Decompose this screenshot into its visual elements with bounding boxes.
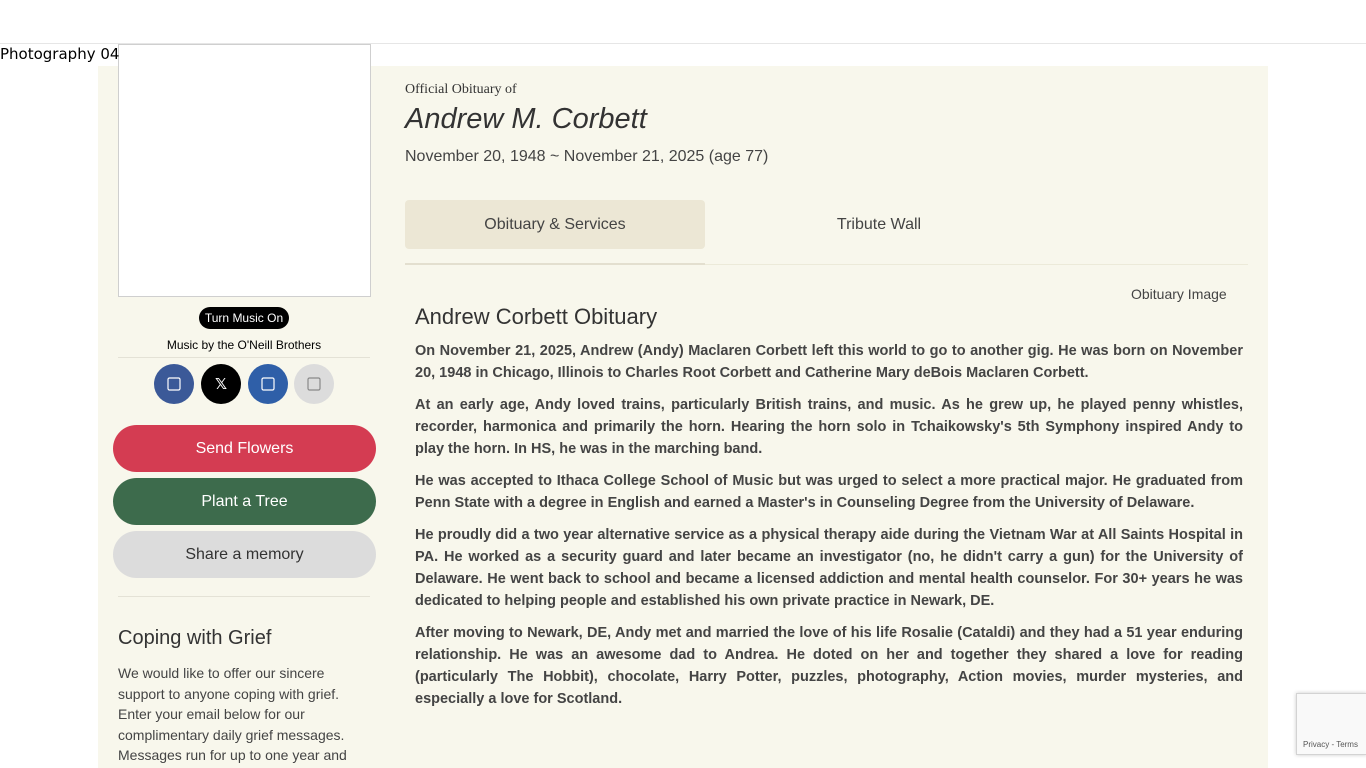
official-obituary-label: Official Obituary of — [405, 82, 517, 97]
turn-music-on-button[interactable]: Turn Music On — [199, 307, 289, 329]
obituary-body: On November 21, 2025, Andrew (Andy) Macl… — [415, 340, 1243, 720]
obituary-paragraph: On November 21, 2025, Andrew (Andy) Macl… — [415, 343, 1243, 381]
tab-tribute-wall[interactable]: Tribute Wall — [729, 200, 1029, 249]
recaptcha-privacy-terms[interactable]: Privacy - Terms — [1303, 740, 1358, 749]
sidebar-divider — [118, 357, 370, 358]
plant-tree-button[interactable]: Plant a Tree — [113, 478, 376, 525]
email-icon — [307, 377, 321, 391]
share-memory-button[interactable]: Share a memory — [113, 531, 376, 578]
share-buttons-row: 𝕏 — [118, 364, 370, 405]
email-share-button[interactable] — [294, 364, 334, 404]
coping-with-grief-text: We would like to offer our sincere suppo… — [118, 665, 347, 764]
top-header-bar — [0, 0, 1366, 44]
tab-obituary-services[interactable]: Obituary & Services — [405, 200, 705, 249]
x-share-button[interactable]: 𝕏 — [201, 364, 241, 404]
active-tab-indicator — [405, 263, 705, 265]
facebook-icon — [167, 377, 181, 391]
linkedin-icon — [261, 377, 275, 391]
music-credit: Music by the O'Neill Brothers — [166, 338, 322, 352]
obituary-paragraph: After moving to Newark, DE, Andy met and… — [415, 625, 1243, 707]
x-twitter-icon: 𝕏 — [214, 375, 228, 393]
send-flowers-button[interactable]: Send Flowers — [113, 425, 376, 472]
recaptcha-badge[interactable]: Privacy - Terms — [1296, 693, 1366, 755]
obituary-paragraph: He proudly did a two year alternative se… — [415, 527, 1243, 609]
coping-with-grief-heading: Coping with Grief — [118, 627, 272, 649]
obituary-paragraph: At an early age, Andy loved trains, part… — [415, 397, 1243, 457]
facebook-share-button[interactable] — [154, 364, 194, 404]
sidebar-divider — [118, 596, 370, 597]
broken-photo-alt-text: Photography 04 — [0, 45, 120, 63]
life-dates: November 20, 1948 ~ November 21, 2025 (a… — [405, 148, 769, 165]
tabs-divider — [705, 264, 1248, 265]
deceased-photo — [118, 44, 371, 297]
deceased-name: Andrew M. Corbett — [405, 103, 647, 135]
obituary-title: Andrew Corbett Obituary — [415, 304, 658, 329]
obituary-image-alt: Obituary Image — [1131, 286, 1227, 302]
obituary-paragraph: He was accepted to Ithaca College School… — [415, 473, 1243, 511]
linkedin-share-button[interactable] — [248, 364, 288, 404]
